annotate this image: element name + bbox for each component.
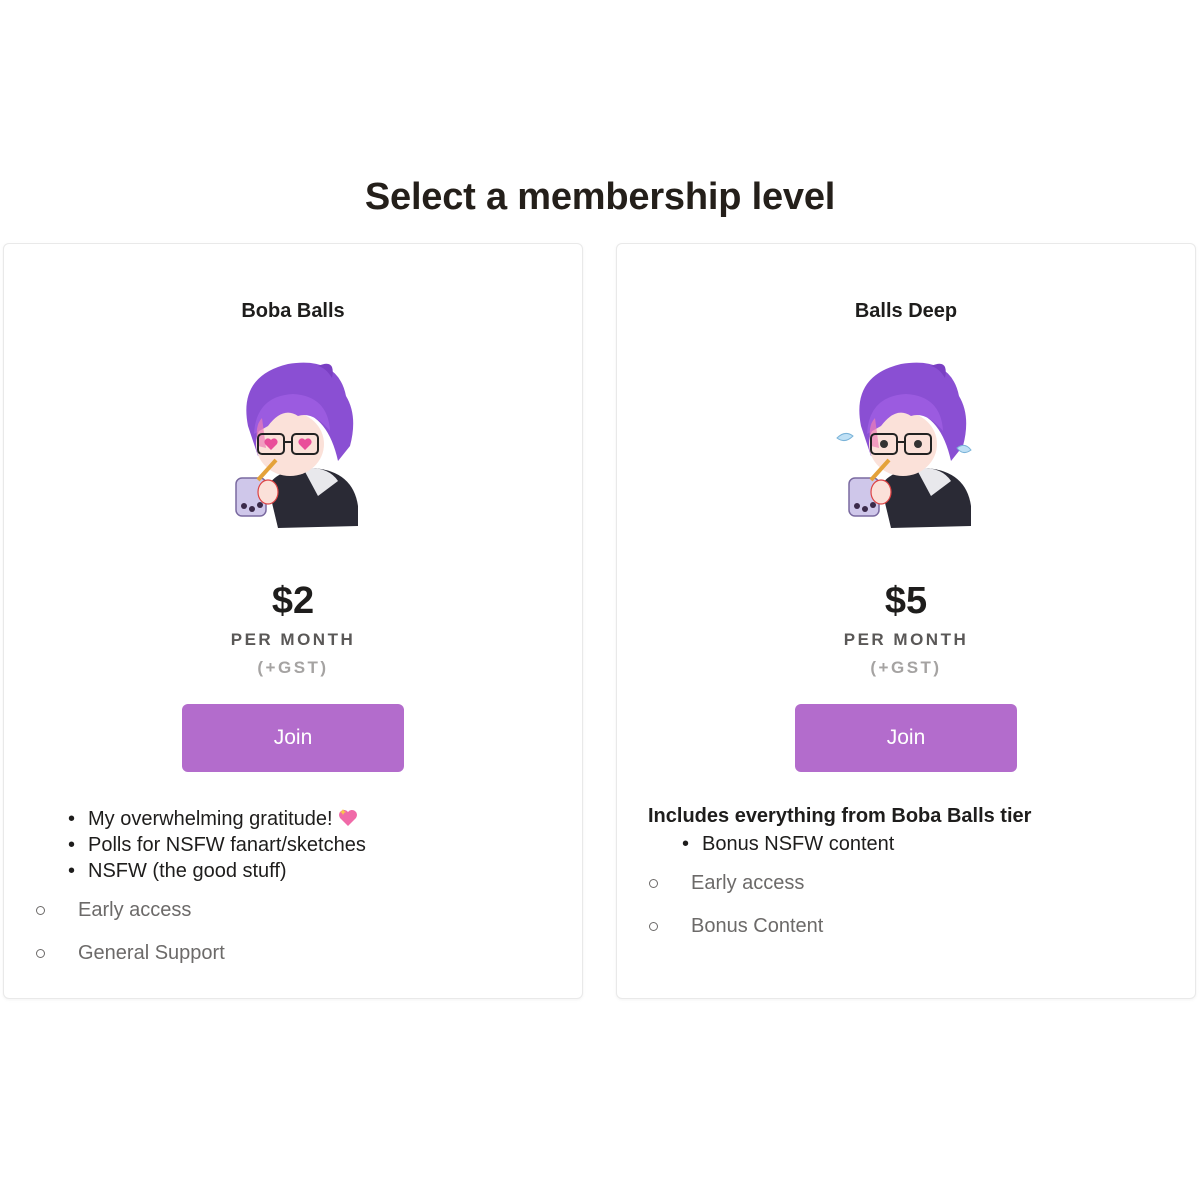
- sub-benefit-item: Early access: [649, 870, 823, 896]
- tier-artwork-flustered-icon: [836, 362, 972, 528]
- membership-page: Select a membership level Boba Balls $2 …: [0, 0, 1200, 1200]
- benefit-list: My overwhelming gratitude! Polls for NSF…: [68, 806, 366, 884]
- benefit-item: Polls for NSFW fanart/sketches: [68, 832, 366, 858]
- benefit-list: Bonus NSFW content: [682, 831, 894, 857]
- tier-tax-note: (+GST): [257, 658, 329, 677]
- sub-benefit-list: Early access General Support: [36, 897, 225, 966]
- circle-bullet-icon: [36, 906, 45, 915]
- tier-period: PER MONTH: [843, 630, 969, 649]
- tier-price: $5: [884, 580, 928, 622]
- tier-tax-note: (+GST): [870, 658, 942, 677]
- tier-artwork-heart-eyes-icon: [235, 362, 358, 528]
- tier-period: PER MONTH: [230, 630, 356, 649]
- tier-price: $2: [271, 580, 315, 622]
- sub-benefit-item: Early access: [36, 897, 225, 923]
- sub-benefit-list: Early access Bonus Content: [649, 870, 823, 939]
- circle-bullet-icon: [649, 922, 658, 931]
- tier-name: Boba Balls: [241, 300, 345, 322]
- tier-content-boba-balls: Boba Balls $2 PER MONTH (+GST) Join • My…: [3, 0, 583, 1200]
- circle-bullet-icon: [36, 949, 45, 958]
- circle-bullet-icon: [649, 879, 658, 888]
- tier-content-balls-deep: Balls Deep $5 PER MONTH (+GST) Join Incl…: [616, 0, 1196, 1200]
- sub-benefit-item: Bonus Content: [649, 913, 823, 939]
- join-button-balls-deep[interactable]: Join: [795, 704, 1017, 772]
- includes-note: Includes everything from Boba Balls tier: [648, 805, 1032, 827]
- benefit-item: Bonus NSFW content: [682, 831, 894, 857]
- sparkling-heart-icon: [338, 809, 357, 826]
- benefit-item: My overwhelming gratitude!: [68, 806, 366, 832]
- tier-name: Balls Deep: [854, 300, 958, 322]
- sub-benefit-item: General Support: [36, 940, 225, 966]
- join-button-boba-balls[interactable]: Join: [182, 704, 404, 772]
- benefit-item: NSFW (the good stuff): [68, 858, 366, 884]
